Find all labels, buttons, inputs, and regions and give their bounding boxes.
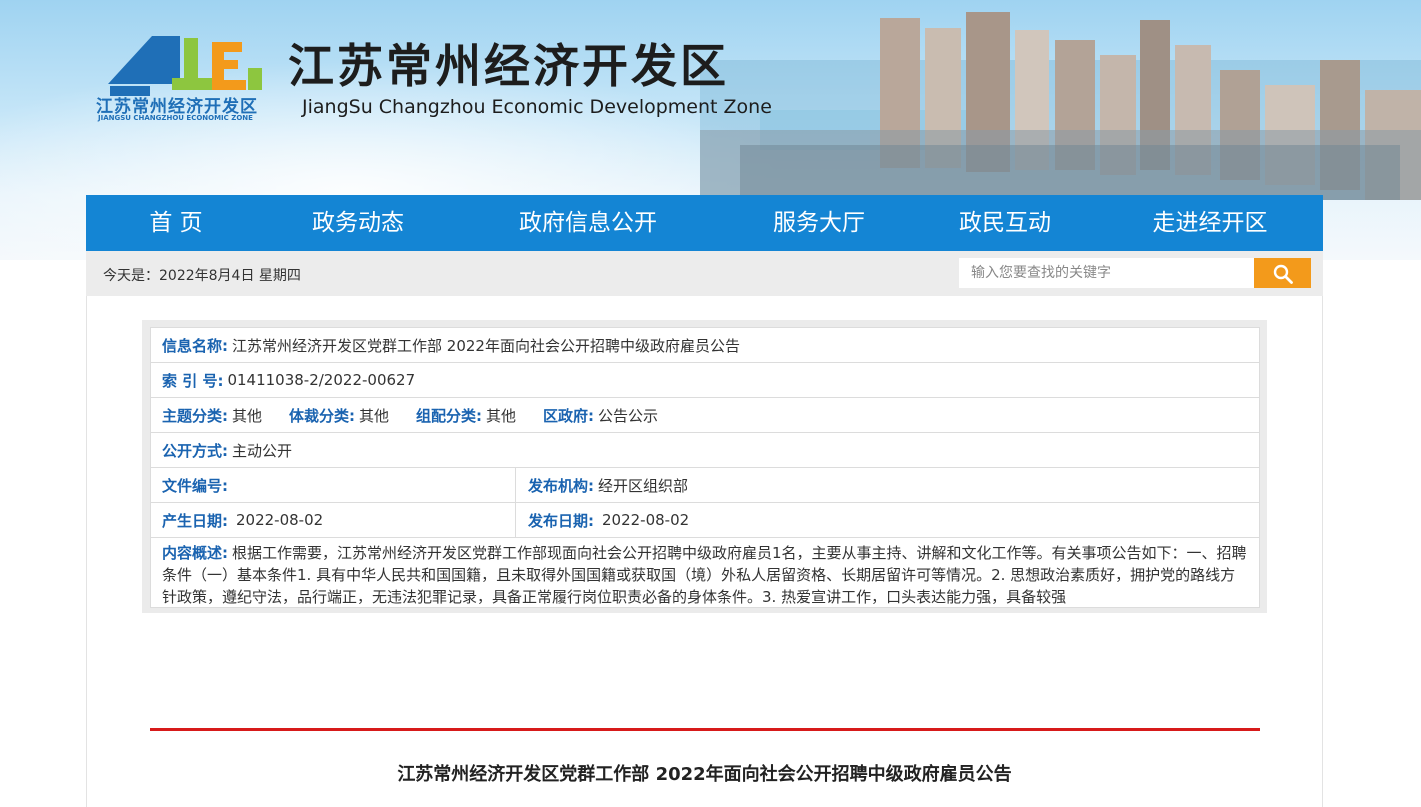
gov-cell: 区政府: 公告公示	[543, 405, 658, 426]
meta-row-info-name: 信息名称: 江苏常州经济开发区党群工作部 2022年面向社会公开招聘中级政府雇员…	[151, 328, 1259, 363]
published-value: 2022-08-02	[602, 511, 690, 529]
meta-row-index: 索 引 号: 01411038-2/2022-00627	[151, 363, 1259, 398]
index-value: 01411038-2/2022-00627	[227, 371, 416, 389]
city-skyline-image	[700, 12, 1421, 200]
metadata-table: 信息名称: 江苏常州经济开发区党群工作部 2022年面向社会公开招聘中级政府雇员…	[150, 327, 1260, 608]
site-title: 江苏常州经济开发区	[288, 39, 729, 93]
nav-item-about-zone[interactable]: 走进经开区	[1153, 195, 1268, 251]
search-input[interactable]	[959, 258, 1255, 288]
publisher-label: 发布机构:	[528, 476, 594, 495]
method-label: 公开方式:	[162, 441, 228, 460]
nav-item-news[interactable]: 政务动态	[312, 195, 404, 251]
org-value: 其他	[486, 406, 517, 425]
today-date: 今天是：2022年8月4日 星期四	[103, 265, 301, 285]
summary-value: 根据工作需要，江苏常州经济开发区党群工作部现面向社会公开招聘中级政府雇员1名，主…	[162, 544, 1247, 606]
logo-icon	[108, 36, 262, 96]
genre-label: 体裁分类:	[289, 406, 356, 425]
today-value: 2022年8月4日 星期四	[159, 268, 301, 284]
index-label: 索 引 号:	[162, 371, 224, 390]
title-divider	[150, 728, 1260, 731]
meta-row-dates: 产生日期: 2022-08-02 发布日期: 2022-08-02	[151, 503, 1259, 538]
topic-value: 其他	[232, 406, 263, 425]
search-button[interactable]	[1254, 258, 1311, 288]
article-title: 江苏常州经济开发区党群工作部 2022年面向社会公开招聘中级政府雇员公告	[397, 764, 1012, 785]
today-label: 今天是：	[103, 268, 159, 284]
info-name-label: 信息名称:	[162, 336, 228, 355]
main-nav: 首 页 政务动态 政府信息公开 服务大厅 政民互动 走进经开区	[86, 195, 1323, 251]
publisher-value: 经开区组织部	[598, 476, 689, 495]
org-cell: 组配分类: 其他	[416, 405, 516, 426]
published-label: 发布日期:	[528, 511, 594, 530]
created-label: 产生日期:	[162, 511, 228, 530]
org-label: 组配分类:	[416, 406, 483, 425]
nav-item-interaction[interactable]: 政民互动	[959, 195, 1051, 251]
published-date-cell: 发布日期: 2022-08-02	[516, 510, 689, 531]
nav-item-gov-info[interactable]: 政府信息公开	[519, 195, 657, 251]
doc-no-cell: 文件编号:	[151, 468, 516, 502]
nav-item-service-hall[interactable]: 服务大厅	[773, 195, 865, 251]
site-subtitle: JiangSu Changzhou Economic Development Z…	[302, 96, 772, 118]
created-date-cell: 产生日期: 2022-08-02	[151, 503, 516, 537]
method-value: 主动公开	[232, 441, 293, 460]
search-icon	[1273, 264, 1293, 284]
meta-row-summary: 内容概述: 根据工作需要，江苏常州经济开发区党群工作部现面向社会公开招聘中级政府雇…	[151, 538, 1259, 607]
topic-label: 主题分类:	[162, 406, 228, 425]
nav-item-home[interactable]: 首 页	[149, 195, 202, 251]
meta-row-method: 公开方式: 主动公开	[151, 433, 1259, 468]
logo-text-en: JIANGSU CHANGZHOU ECONOMIC ZONE	[98, 114, 253, 122]
meta-row-categories: 主题分类: 其他 体裁分类: 其他 组配分类: 其他 区政府: 公告公示	[151, 398, 1259, 433]
info-name-value: 江苏常州经济开发区党群工作部 2022年面向社会公开招聘中级政府雇员公告	[232, 336, 740, 355]
genre-value: 其他	[359, 406, 390, 425]
summary-label: 内容概述:	[162, 544, 228, 562]
topic-cell: 主题分类: 其他	[162, 405, 262, 426]
publisher-cell: 发布机构: 经开区组织部	[516, 475, 688, 496]
gov-value: 公告公示	[598, 406, 659, 425]
created-value: 2022-08-02	[236, 511, 324, 529]
gov-label: 区政府:	[543, 406, 595, 425]
doc-no-label: 文件编号:	[162, 476, 228, 495]
date-search-bar: 今天是：2022年8月4日 星期四	[86, 251, 1323, 296]
genre-cell: 体裁分类: 其他	[289, 405, 389, 426]
meta-row-doc-publisher: 文件编号: 发布机构: 经开区组织部	[151, 468, 1259, 503]
